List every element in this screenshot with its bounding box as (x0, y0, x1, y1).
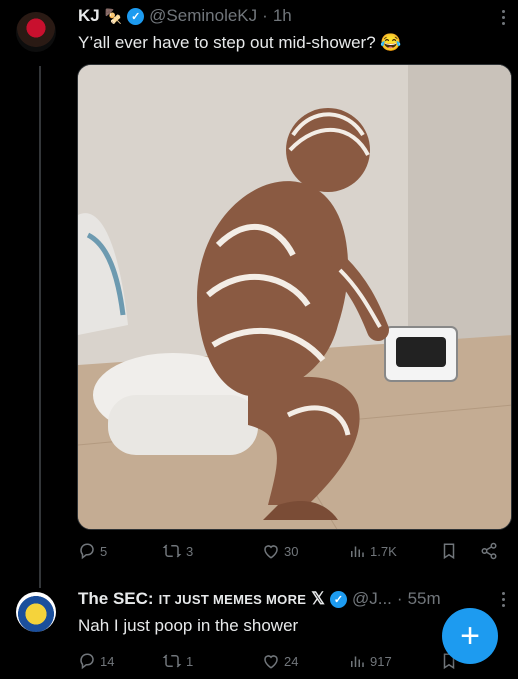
reply-count: 5 (100, 543, 108, 559)
name-emoji: 🍢 (104, 7, 123, 24)
retweet-button[interactable]: 1 (162, 652, 193, 670)
retweet-icon (162, 654, 182, 668)
share-button[interactable] (480, 542, 498, 560)
reply-icon (80, 543, 94, 560)
views-button[interactable]: 1.7K (348, 542, 397, 560)
reply-text: Nah I just poop in the shower (78, 616, 299, 635)
separator: · (262, 6, 268, 25)
avatar[interactable] (16, 12, 56, 52)
more-options-icon[interactable] (502, 10, 506, 28)
reply-button[interactable]: 5 (78, 542, 107, 560)
reply-actions: 14 1 24 917 (78, 650, 503, 672)
reply-author-name[interactable]: The SEC: (78, 589, 154, 609)
avatar[interactable] (16, 592, 56, 632)
verified-badge-icon[interactable]: ✓ (329, 590, 347, 608)
heart-icon (264, 655, 278, 669)
like-button[interactable]: 24 (262, 652, 298, 670)
reply-header: The SEC: IT JUST MEMES MORE 𝕏 ✓ @J... · … (78, 588, 441, 610)
views-count: 917 (370, 653, 392, 669)
like-count: 30 (284, 543, 299, 559)
retweet-icon (162, 544, 182, 558)
author-handle[interactable]: @SeminoleKJ (149, 6, 257, 26)
retweet-button[interactable]: 3 (162, 542, 193, 560)
verified-badge-icon[interactable]: ✓ (127, 7, 145, 25)
share-icon (481, 542, 497, 560)
reply-author-tagline[interactable]: IT JUST MEMES MORE (159, 592, 307, 607)
heart-icon (264, 545, 278, 559)
retweet-count: 3 (186, 543, 194, 559)
tweet-media-image[interactable] (77, 64, 512, 530)
bookmark-icon (443, 543, 455, 560)
author-name[interactable]: KJ (78, 6, 100, 26)
photo-illustration (78, 65, 511, 529)
like-count: 24 (284, 653, 299, 669)
views-count: 1.7K (370, 543, 397, 559)
reply-timestamp[interactable]: 55m (408, 589, 441, 609)
x-logo-icon: 𝕏 (311, 589, 325, 608)
timestamp[interactable]: 1h (273, 6, 292, 26)
retweet-count: 1 (186, 653, 194, 669)
views-icon (351, 656, 364, 667)
thread-line (39, 66, 41, 588)
reply-count: 14 (100, 653, 115, 669)
more-options-icon[interactable] (502, 592, 506, 610)
views-icon (351, 546, 364, 557)
tweet-header: KJ 🍢 ✓ @SeminoleKJ · 1h (78, 5, 292, 27)
tweet-actions: 5 3 30 1.7K (78, 540, 503, 562)
like-button[interactable]: 30 (262, 542, 298, 560)
reply-handle[interactable]: @J... (352, 589, 392, 609)
views-button[interactable]: 917 (348, 652, 392, 670)
reply-icon (80, 653, 94, 670)
separator: · (396, 589, 403, 608)
reply-button[interactable]: 14 (78, 652, 114, 670)
bookmark-button[interactable] (440, 542, 458, 560)
tweet-text: Y’all ever have to step out mid-shower? … (78, 33, 402, 52)
compose-post-button[interactable]: + (442, 608, 498, 664)
